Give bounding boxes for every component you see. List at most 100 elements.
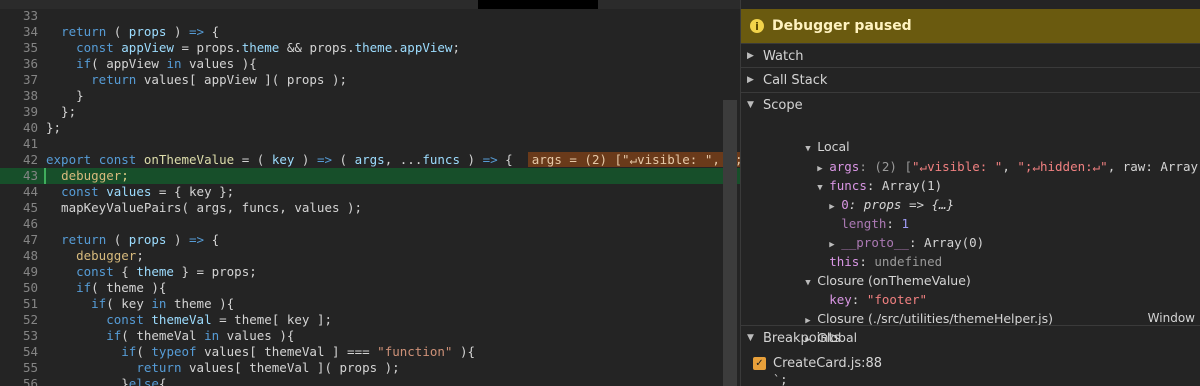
paused-text: Debugger paused: [772, 18, 912, 34]
line-number[interactable]: 51: [0, 296, 38, 312]
devtools-window: 33 34 return ( props ) => {35 const appVi…: [0, 0, 1200, 386]
scope-funcs-proto[interactable]: ▶ __proto__: Array(0): [769, 214, 1200, 250]
line-number[interactable]: 52: [0, 312, 38, 328]
code-line: 49 const { theme } = props;: [0, 264, 740, 280]
code-line-current: 43 debugger;: [0, 168, 740, 184]
scope-this: this: undefined: [829, 254, 943, 269]
code-line: 53 if( themeVal in values ){: [0, 328, 740, 344]
scope-closure-ontheme[interactable]: ▼ Closure (onThemeValue): [745, 252, 1200, 288]
code-line: 51 if( key in theme ){: [0, 296, 740, 312]
code-line: 48 debugger;: [0, 248, 740, 264]
line-number[interactable]: 47: [0, 232, 38, 248]
code-text: }: [46, 88, 84, 103]
line-number[interactable]: 37: [0, 72, 38, 88]
line-number[interactable]: 33: [0, 8, 38, 24]
source-editor: 33 34 return ( props ) => {35 const appVi…: [0, 0, 740, 386]
code-text: if( key in theme ){: [91, 296, 235, 311]
line-number[interactable]: 35: [0, 40, 38, 56]
code-line: 33: [0, 8, 740, 24]
line-number[interactable]: 44: [0, 184, 38, 200]
code-line: 54 if( typeof values[ themeVal ] === "fu…: [0, 344, 740, 360]
code-line: 47 return ( props ) => {: [0, 232, 740, 248]
line-number[interactable]: 41: [0, 136, 38, 152]
section-call-stack-label: Call Stack: [763, 72, 828, 88]
code-text: const appView = props.theme && props.the…: [76, 40, 460, 55]
code-line: 37 return values[ appView ]( props );: [0, 72, 740, 88]
code-lines: 33 34 return ( props ) => {35 const appVi…: [0, 8, 740, 386]
line-number[interactable]: 40: [0, 120, 38, 136]
line-number[interactable]: 49: [0, 264, 38, 280]
code-text: return values[ appView ]( props );: [91, 72, 348, 87]
line-number[interactable]: 42: [0, 152, 38, 168]
code-line: 46: [0, 216, 740, 232]
section-watch-label: Watch: [763, 48, 804, 64]
code-text: const themeVal = theme[ key ];: [106, 312, 333, 327]
code-text: };: [46, 104, 77, 119]
code-line: 35 const appView = props.theme && props.…: [0, 40, 740, 56]
code-line: 50 if( theme ){: [0, 280, 740, 296]
info-icon: i: [750, 19, 764, 33]
code-text: return values[ themeVal ]( props );: [136, 360, 400, 375]
scope-funcs[interactable]: ▼ funcs: Array(1): [757, 157, 1200, 193]
code-text: export const onThemeValue = ( key ) => (…: [46, 152, 740, 168]
code-line: 44 const values = { key };: [0, 184, 740, 200]
paused-banner: i Debugger paused: [741, 9, 1200, 43]
code-line: 34 return ( props ) => {: [0, 24, 740, 40]
section-breakpoints-label: Breakpoints: [763, 330, 841, 346]
triangle-down-icon: ▼: [747, 333, 754, 343]
code-text: }else{: [46, 376, 167, 386]
code-text: return ( props ) => {: [61, 24, 220, 39]
line-number[interactable]: 46: [0, 216, 38, 232]
line-number[interactable]: 56: [0, 376, 38, 386]
line-number[interactable]: 48: [0, 248, 38, 264]
code-text: const values = { key };: [61, 184, 235, 199]
code-text: };: [46, 120, 62, 135]
line-number[interactable]: 34: [0, 24, 38, 40]
scope-funcs-0[interactable]: ▶ 0: props => {…}: [769, 176, 1200, 212]
section-call-stack[interactable]: ▶ Call Stack: [741, 67, 1200, 92]
triangle-down-icon: ▼: [747, 100, 754, 110]
editor-scrollbar[interactable]: [723, 100, 737, 386]
section-scope-label: Scope: [763, 97, 803, 113]
scope-args[interactable]: ▶ args: (2) ["↵visible: ", ";↵hidden:↵", …: [757, 138, 1200, 174]
scope-closure-module[interactable]: ▶ Closure (./src/utilities/themeHelper.js…: [745, 290, 1200, 326]
scope-closure-key: key: "footer": [829, 292, 928, 307]
line-number[interactable]: 55: [0, 360, 38, 376]
line-number[interactable]: 36: [0, 56, 38, 72]
code-text: if( theme ){: [76, 280, 167, 295]
breakpoint-snippet: `;: [773, 373, 788, 386]
code-line: 52 const themeVal = theme[ key ];: [0, 312, 740, 328]
line-number[interactable]: 38: [0, 88, 38, 104]
section-watch[interactable]: ▶ Watch: [741, 43, 1200, 68]
code-text: return ( props ) => {: [61, 232, 220, 247]
scope-funcs-length: length: 1: [841, 216, 909, 231]
line-number[interactable]: 45: [0, 200, 38, 216]
line-number[interactable]: 54: [0, 344, 38, 360]
section-scope[interactable]: ▼ Scope: [741, 92, 1200, 117]
debugger-sidebar: i Debugger paused ▶ Watch ▶ Call Stack ▼…: [740, 0, 1200, 386]
breakpoint-checkbox[interactable]: ✓: [753, 356, 766, 370]
line-number[interactable]: 39: [0, 104, 38, 120]
code-text: mapKeyValuePairs( args, funcs, values );: [46, 200, 363, 215]
code-text: if( themeVal in values ){: [106, 328, 295, 343]
section-breakpoints[interactable]: ▼ Breakpoints: [741, 325, 1200, 350]
code-line: 55 return values[ themeVal ]( props );: [0, 360, 740, 376]
sidebar-toolbar: [741, 0, 1200, 8]
code-line: 56 }else{: [0, 376, 740, 386]
code-line: 38 }: [0, 88, 740, 104]
code-line: 36 if( appView in values ){: [0, 56, 740, 72]
code-text: if( typeof values[ themeVal ] === "funct…: [121, 344, 476, 359]
breakpoint-file: CreateCard.js:88: [773, 355, 883, 371]
code-text: debugger;: [76, 248, 144, 263]
code-text: debugger;: [61, 168, 129, 183]
line-number[interactable]: 50: [0, 280, 38, 296]
code-line: 40};: [0, 120, 740, 136]
breakpoint-item[interactable]: ✓ CreateCard.js:88: [753, 353, 882, 373]
line-number[interactable]: 53: [0, 328, 38, 344]
triangle-right-icon: ▶: [747, 51, 754, 61]
scope-local[interactable]: ▼ Local: [745, 118, 1200, 154]
line-number[interactable]: 43: [0, 168, 38, 184]
code-line: 41: [0, 136, 740, 152]
code-text: const { theme } = props;: [76, 264, 257, 279]
code-line: 39 };: [0, 104, 740, 120]
